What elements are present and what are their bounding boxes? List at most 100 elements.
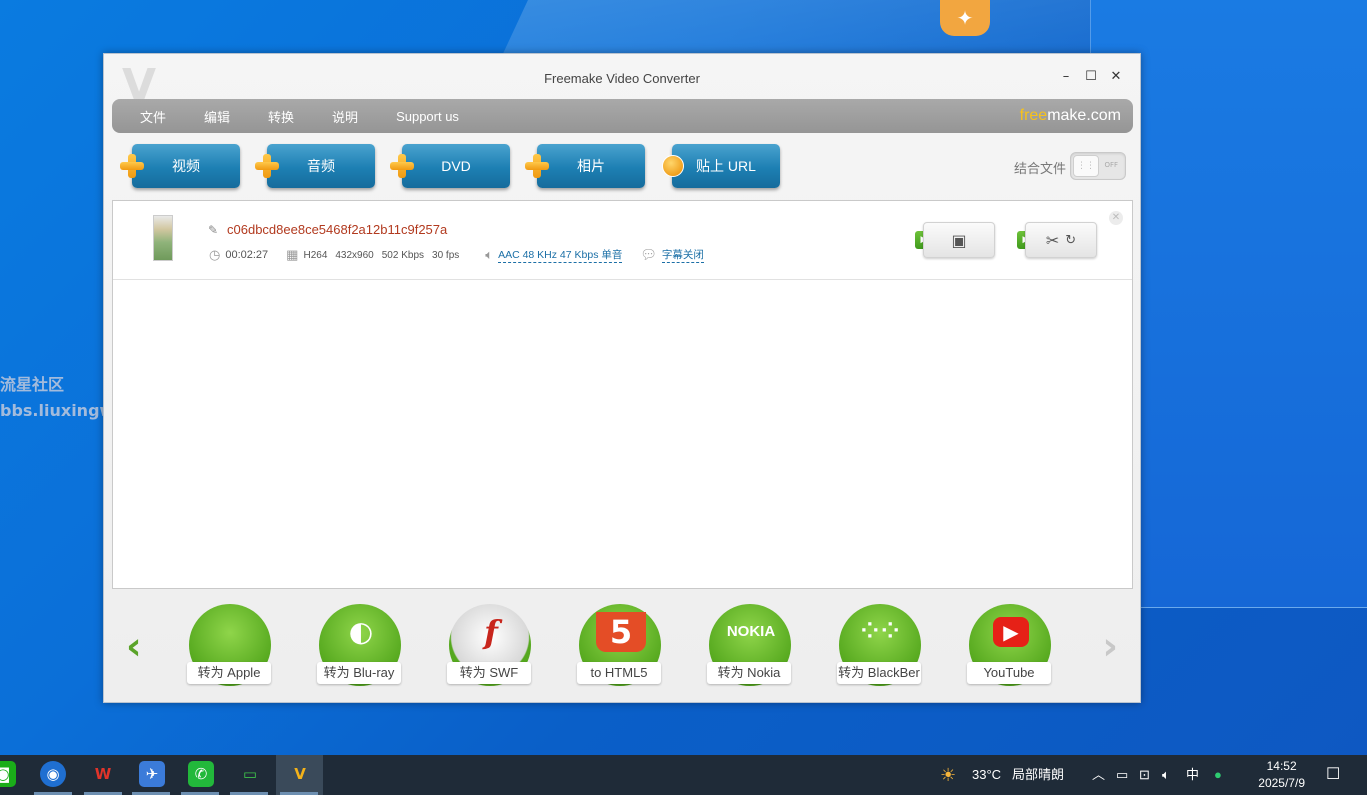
- menu-edit[interactable]: 编辑: [185, 107, 249, 126]
- video-codec: H264: [303, 249, 328, 261]
- weather-desc[interactable]: 局部晴朗: [1012, 755, 1064, 795]
- taskbar-wps-icon[interactable]: W: [90, 761, 116, 787]
- format-nokia-label: 转为 Nokia: [707, 662, 791, 684]
- add-video-button[interactable]: 视频: [120, 144, 240, 188]
- format-apple-label: 转为 Apple: [187, 662, 271, 684]
- format-youtube-label: YouTube: [967, 662, 1051, 684]
- duration: 00:02:27: [225, 249, 269, 261]
- file-list: ✎ c06dbcd8ee8ce5468f2a12b11c9f257a ◷ 00:…: [112, 200, 1133, 589]
- format-bluray-label: 转为 Blu-ray: [317, 662, 401, 684]
- weather-temp[interactable]: 33°C: [972, 755, 1001, 795]
- format-blackberry[interactable]: ⁘⁘ 转为 BlackBer: [837, 604, 922, 686]
- format-bluray[interactable]: ◐ 转为 Blu-ray: [317, 604, 402, 686]
- add-dvd-label: DVD: [441, 158, 471, 174]
- rotate-icon: ↻: [1065, 232, 1077, 248]
- video-thumbnail: [153, 215, 173, 261]
- clock-date: 2025/7/9: [1258, 776, 1305, 790]
- taskbar-feishu-icon[interactable]: ✈: [139, 761, 165, 787]
- html5-glyph: 5: [596, 612, 646, 652]
- format-youtube[interactable]: ▶ YouTube: [967, 604, 1052, 686]
- plus-icon: [525, 154, 549, 178]
- join-files-label: 结合文件: [1013, 161, 1066, 176]
- taskbar-message-icon[interactable]: ▭: [237, 761, 263, 787]
- add-photo-label: 相片: [577, 158, 605, 174]
- window-controls: – ☐ ✕: [1060, 70, 1122, 84]
- brand-free: free: [1019, 107, 1048, 124]
- taskbar-app-green-icon[interactable]: ◙: [0, 761, 16, 787]
- notification-icon[interactable]: ☐: [1326, 755, 1340, 795]
- format-nokia[interactable]: NOKIA 转为 Nokia: [707, 604, 792, 686]
- format-bar: ‹ 转为 Apple ◐ 转为 Blu-ray f 转为 SWF 5 to HT…: [104, 602, 1140, 692]
- format-blackberry-label: 转为 BlackBer: [837, 662, 921, 684]
- format-apple[interactable]: 转为 Apple: [187, 604, 272, 686]
- audio-settings-link[interactable]: AAC 48 KHz 47 Kbps 单音: [498, 247, 623, 263]
- scroll-left-icon[interactable]: ‹: [126, 626, 142, 666]
- video-bitrate: 502 Kbps: [381, 249, 425, 261]
- taskbar: ◙ ◉ W ✈ ✆ ▭ V ☀ 33°C 局部晴朗 ︿ ▭ ⊡ 🔈︎ 中 ● 1…: [0, 755, 1367, 795]
- format-swf[interactable]: f 转为 SWF: [447, 604, 532, 686]
- format-html5-label: to HTML5: [577, 662, 661, 684]
- video-resolution: 432x960: [335, 249, 374, 261]
- file-row[interactable]: ✎ c06dbcd8ee8ce5468f2a12b11c9f257a ◷ 00:…: [113, 201, 1132, 280]
- pencil-icon[interactable]: ✎: [208, 223, 218, 237]
- taskbar-wechat-icon[interactable]: ✆: [188, 761, 214, 787]
- paste-url-button[interactable]: 贴上 URL: [662, 144, 780, 188]
- taskbar-browser-icon[interactable]: ◉: [40, 761, 66, 787]
- title-bar[interactable]: V Freemake Video Converter – ☐ ✕: [104, 54, 1140, 108]
- add-toolbar: 视频 音频 DVD 相片 贴上 URL 结合文件 ⋮⋮ OFF: [118, 144, 1128, 190]
- chevron-up-icon[interactable]: ︿: [1092, 755, 1105, 795]
- scroll-right-icon[interactable]: ›: [1102, 626, 1118, 666]
- menu-support[interactable]: Support us: [377, 109, 478, 124]
- film-strip-icon: ▣: [951, 230, 967, 250]
- menu-file[interactable]: 文件: [112, 107, 185, 126]
- plus-icon: [255, 154, 279, 178]
- brand-rest: make.com: [1047, 107, 1121, 124]
- window-title: Freemake Video Converter: [544, 71, 700, 86]
- clock[interactable]: 14:52 2025/7/9: [1258, 758, 1305, 792]
- maximize-icon[interactable]: ☐: [1085, 70, 1097, 84]
- app-tray-icon[interactable]: ●: [1214, 755, 1222, 795]
- subtitles-link[interactable]: 字幕关闭: [661, 247, 704, 263]
- plus-icon: [120, 154, 144, 178]
- globe-icon: [662, 155, 684, 177]
- menu-help[interactable]: 说明: [313, 107, 377, 126]
- format-html5[interactable]: 5 to HTML5: [577, 604, 662, 686]
- add-audio-button[interactable]: 音频: [255, 144, 375, 188]
- add-photo-button[interactable]: 相片: [525, 144, 645, 188]
- add-audio-label: 音频: [307, 158, 335, 174]
- clock-time: 14:52: [1266, 759, 1297, 773]
- ime-indicator[interactable]: 中: [1186, 755, 1199, 795]
- video-fps: 30 fps: [432, 249, 460, 261]
- scissors-icon: ✂: [1045, 230, 1060, 250]
- add-video-label: 视频: [172, 158, 200, 174]
- volume-icon[interactable]: 🔈︎: [1162, 755, 1170, 795]
- speaker-icon: 🔈︎: [485, 247, 494, 262]
- film-icon: ▦: [286, 247, 299, 262]
- app-window: V Freemake Video Converter – ☐ ✕ 文件 编辑 转…: [103, 53, 1141, 703]
- plus-icon: [390, 154, 414, 178]
- menu-bar: 文件 编辑 转换 说明 Support us freemake.com: [112, 99, 1133, 133]
- speech-bubble-icon: 💬︎: [640, 247, 657, 262]
- desktop-app-icon[interactable]: ✦: [940, 0, 990, 36]
- weather-icon[interactable]: ☀: [940, 755, 956, 795]
- cut-rotate-button[interactable]: ✂ ↻: [1025, 222, 1097, 258]
- network-icon[interactable]: ⊡: [1139, 755, 1150, 795]
- output-settings-button[interactable]: ▣: [923, 222, 995, 258]
- format-swf-label: 转为 SWF: [447, 662, 531, 684]
- clock-icon: ◷: [209, 247, 221, 262]
- toggle-state: OFF: [1104, 161, 1118, 169]
- battery-icon[interactable]: ▭: [1116, 755, 1128, 795]
- file-name[interactable]: c06dbcd8ee8ce5468f2a12b11c9f257a: [227, 222, 447, 237]
- add-dvd-button[interactable]: DVD: [390, 144, 510, 188]
- file-meta: ◷ 00:02:27 ▦ H264 432x960 502 Kbps 30 fp…: [209, 247, 704, 263]
- toggle-knob: ⋮⋮: [1073, 155, 1099, 177]
- paste-url-label: 贴上 URL: [696, 158, 756, 174]
- menu-convert[interactable]: 转换: [249, 107, 313, 126]
- close-icon[interactable]: ✕: [1110, 70, 1122, 84]
- remove-file-icon[interactable]: ✕: [1109, 211, 1123, 225]
- taskbar-freemake-icon[interactable]: V: [287, 761, 313, 787]
- join-files-toggle[interactable]: ⋮⋮ OFF: [1070, 152, 1126, 180]
- nokia-glyph: NOKIA: [726, 623, 776, 640]
- minimize-icon[interactable]: –: [1060, 70, 1072, 84]
- brand-link[interactable]: freemake.com: [1020, 107, 1121, 125]
